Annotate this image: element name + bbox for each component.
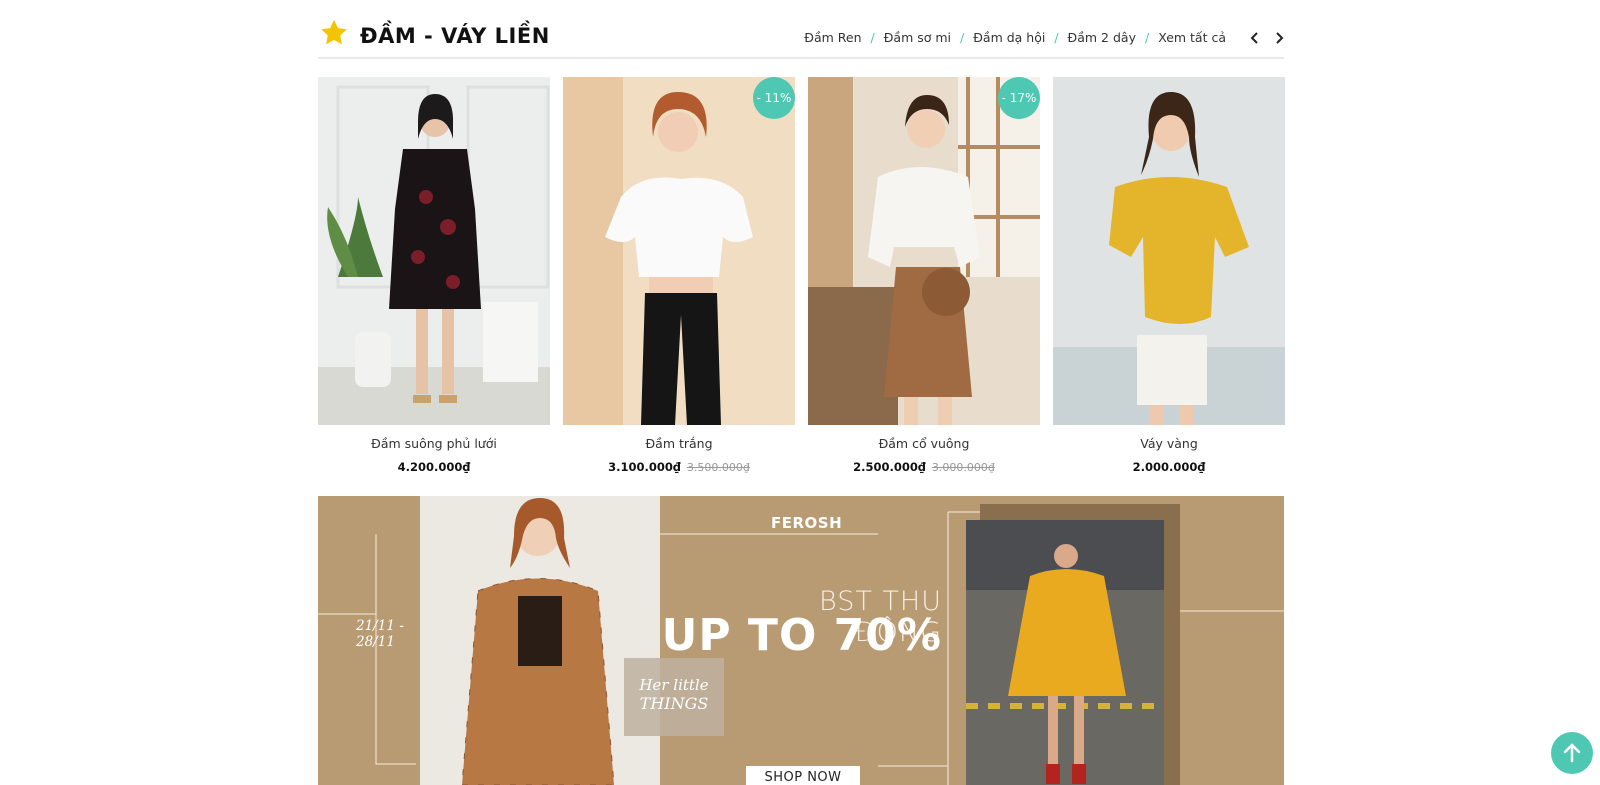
banner-date-end: 28/11 bbox=[356, 634, 395, 650]
arrow-up-icon bbox=[1563, 743, 1581, 763]
link-view-all[interactable]: Xem tất cả bbox=[1158, 30, 1226, 45]
link-dam-da-hoi[interactable]: Đầm dạ hội bbox=[973, 30, 1045, 45]
link-dam-ren[interactable]: Đầm Ren bbox=[804, 30, 861, 45]
link-dam-2-day[interactable]: Đầm 2 dây bbox=[1068, 30, 1136, 45]
product-grid: Đầm suông phủ lưới 4.200.000₫ - 11% Đầm bbox=[318, 77, 1285, 477]
banner-brand: FEROSH bbox=[771, 514, 843, 532]
banner-dates: 21/11 - 28/11 bbox=[356, 618, 404, 650]
product-card[interactable]: - 11% Đầm trắng 3.100.000₫ 3.500.000₫ bbox=[563, 77, 795, 474]
product-price: 3.100.000₫ bbox=[608, 460, 681, 474]
product-price: 2.500.000₫ bbox=[853, 460, 926, 474]
promo-banner[interactable]: FEROSH BST THU ĐÔNG UP TO 70% 21/11 - 28… bbox=[318, 496, 1284, 785]
product-image[interactable]: - 11% bbox=[563, 77, 795, 425]
product-image[interactable] bbox=[1053, 77, 1285, 425]
discount-badge: - 11% bbox=[753, 77, 795, 119]
separator: / bbox=[960, 30, 965, 45]
discount-badge: - 17% bbox=[998, 77, 1040, 119]
product-card[interactable]: Váy vàng 2.000.000₫ bbox=[1053, 77, 1285, 474]
shop-now-button[interactable]: SHOP NOW bbox=[746, 766, 860, 785]
section-header: ĐẦM - VÁY LIỀN Đầm Ren / Đầm sơ mi / Đầm dạ … bbox=[318, 0, 1284, 59]
product-prices: 2.000.000₫ bbox=[1053, 460, 1285, 474]
back-to-top-button[interactable] bbox=[1551, 732, 1593, 774]
product-prices: 2.500.000₫ 3.000.000₫ bbox=[808, 460, 1040, 474]
banner-tagline: Her little THINGS bbox=[624, 658, 724, 736]
product-name[interactable]: Đầm trắng bbox=[563, 436, 795, 451]
chevron-left-icon[interactable] bbox=[1250, 30, 1260, 44]
product-name[interactable]: Đầm cổ vuông bbox=[808, 436, 1040, 451]
product-prices: 3.100.000₫ 3.500.000₫ bbox=[563, 460, 795, 474]
product-image[interactable] bbox=[318, 77, 550, 425]
product-image[interactable]: - 17% bbox=[808, 77, 1040, 425]
star-icon bbox=[321, 19, 347, 45]
product-name[interactable]: Đầm suông phủ lưới bbox=[318, 436, 550, 451]
separator: / bbox=[870, 30, 875, 45]
separator: / bbox=[1054, 30, 1059, 45]
product-prices: 4.200.000₫ bbox=[318, 460, 550, 474]
product-price: 4.200.000₫ bbox=[397, 460, 471, 474]
chevron-right-icon[interactable] bbox=[1274, 30, 1284, 44]
banner-date-start: 21/11 - bbox=[356, 618, 404, 634]
banner-promo: UP TO 70% bbox=[661, 610, 942, 661]
product-card[interactable]: - 17% Đầm cổ vuông 2.500.000₫ 3.000.000₫ bbox=[808, 77, 1040, 474]
link-dam-so-mi[interactable]: Đầm sơ mi bbox=[884, 30, 951, 45]
product-old-price: 3.000.000₫ bbox=[931, 461, 995, 474]
product-card[interactable]: Đầm suông phủ lưới 4.200.000₫ bbox=[318, 77, 550, 474]
carousel-nav bbox=[1250, 30, 1284, 46]
product-name[interactable]: Váy vàng bbox=[1053, 436, 1285, 451]
section-title: ĐẦM - VÁY LIỀN bbox=[360, 24, 550, 48]
product-price: 2.000.000₫ bbox=[1132, 460, 1206, 474]
category-links: Đầm Ren / Đầm sơ mi / Đầm dạ hội / Đầm 2 dây / X… bbox=[804, 30, 1226, 45]
separator: / bbox=[1144, 30, 1150, 45]
tagline-line-1: Her little bbox=[639, 676, 709, 694]
tagline-line-2: THINGS bbox=[639, 694, 709, 713]
product-old-price: 3.500.000₫ bbox=[686, 461, 750, 474]
